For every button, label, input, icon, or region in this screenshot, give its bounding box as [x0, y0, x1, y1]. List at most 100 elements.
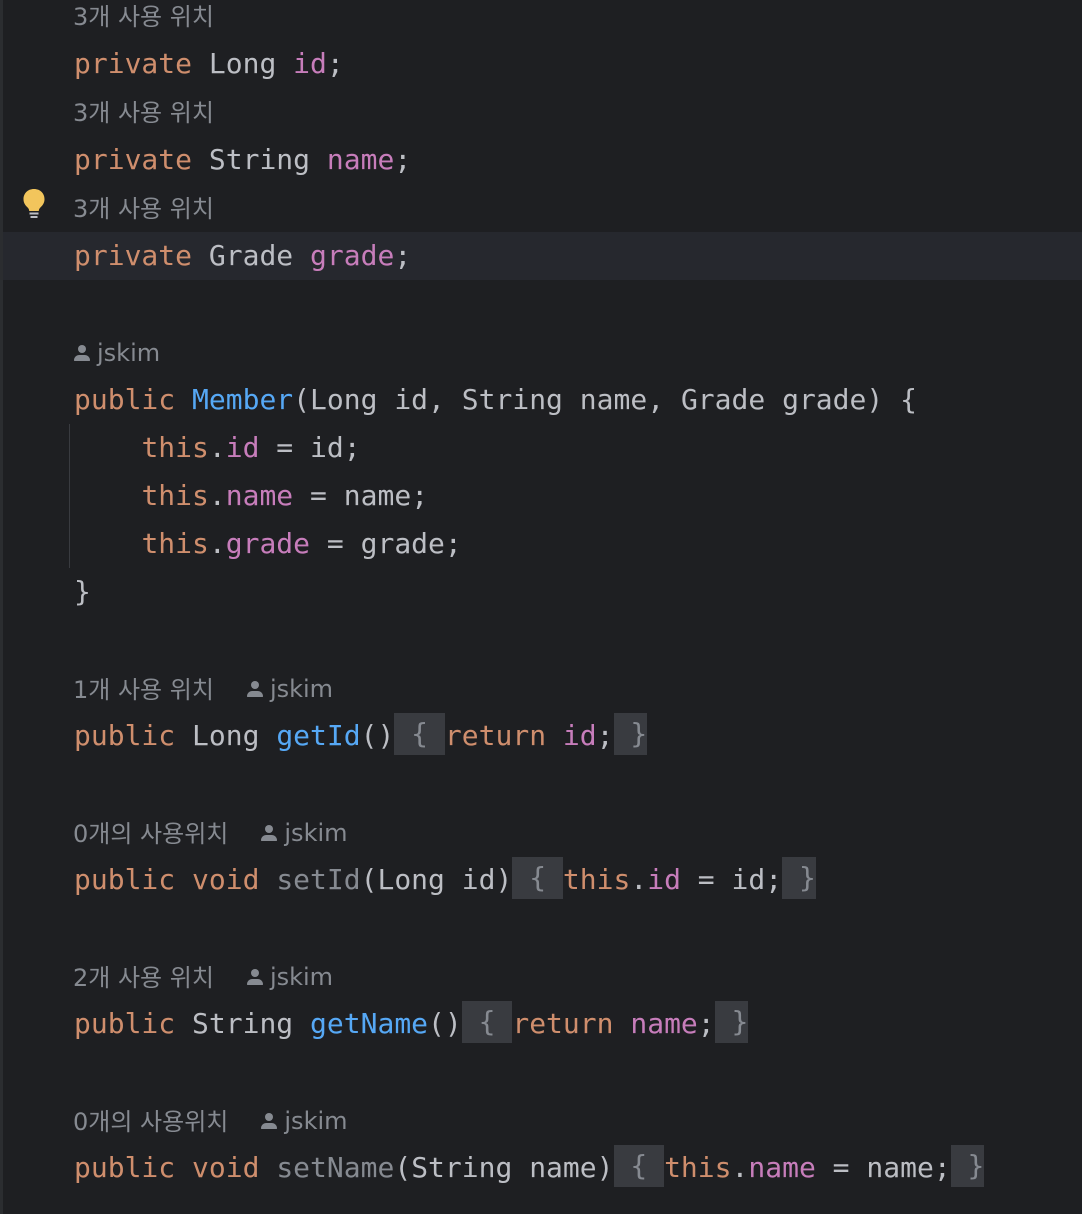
- keyword: public: [74, 719, 176, 752]
- parameter: name: [529, 1151, 597, 1184]
- keyword: this: [141, 431, 209, 464]
- keyword: public: [74, 383, 176, 416]
- field-name: id: [647, 863, 681, 896]
- parameter: grade: [782, 383, 867, 416]
- parameter: id: [310, 431, 344, 464]
- method-name: setName: [276, 1151, 395, 1184]
- person-icon: [260, 824, 278, 842]
- usage-author-hint[interactable]: 0개의 사용위치 jskim: [73, 1101, 348, 1141]
- keyword: public: [74, 1007, 176, 1040]
- usage-count[interactable]: 3개 사용 위치: [73, 195, 214, 223]
- parameter: id: [461, 863, 496, 896]
- indent-guide: [69, 424, 70, 568]
- parameter: name: [579, 383, 648, 416]
- type-name: String: [192, 1007, 294, 1040]
- fold-close-brace[interactable]: }: [950, 1145, 985, 1187]
- code-line[interactable]: public Long getId() { return id; }: [74, 712, 648, 760]
- parameter: name: [343, 479, 412, 512]
- usage-count[interactable]: 3개 사용 위치: [73, 99, 214, 127]
- fold-open-brace[interactable]: {: [461, 1001, 513, 1043]
- usage-author-hint[interactable]: 0개의 사용위치 jskim: [73, 813, 348, 853]
- field-name: name: [326, 143, 395, 176]
- code-line[interactable]: public void setId(Long id) { this.id = i…: [74, 856, 816, 904]
- code-line[interactable]: this.grade = grade;: [74, 520, 461, 568]
- field-name: id: [562, 719, 597, 752]
- type-name: Grade: [680, 383, 766, 416]
- usage-count[interactable]: 3개 사용 위치: [73, 3, 214, 31]
- type-name: String: [461, 383, 563, 416]
- code-line[interactable]: public String getName() { return name; }: [74, 1000, 749, 1048]
- type-name: Long: [310, 383, 378, 416]
- field-name: grade: [310, 239, 395, 272]
- usage-count[interactable]: 0개의 사용위치: [73, 1108, 228, 1136]
- type-name: String: [208, 143, 311, 176]
- parameter: id: [394, 383, 429, 416]
- code-editor[interactable]: 3개 사용 위치 private Long id; 3개 사용 위치 priva…: [0, 0, 1082, 1214]
- keyword: return: [444, 719, 547, 752]
- brace: {: [900, 383, 917, 416]
- brace: }: [74, 575, 91, 608]
- field-name: grade: [225, 527, 311, 560]
- type-name: String: [411, 1151, 513, 1184]
- fold-close-brace[interactable]: }: [613, 713, 648, 755]
- usage-hint[interactable]: 3개 사용 위치: [73, 93, 214, 133]
- parameter: id: [731, 863, 766, 896]
- author-hint[interactable]: jskim: [73, 333, 160, 373]
- keyword: public: [74, 863, 176, 896]
- method-name: setId: [276, 863, 361, 896]
- constructor-name: Member: [192, 383, 294, 416]
- type-name: Long: [208, 47, 277, 80]
- code-line[interactable]: this.id = id;: [74, 424, 360, 472]
- keyword: return: [512, 1007, 614, 1040]
- usage-hint[interactable]: 3개 사용 위치: [73, 0, 214, 37]
- usage-count[interactable]: 0개의 사용위치: [73, 820, 228, 848]
- author-name[interactable]: jskim: [270, 669, 333, 709]
- usage-author-hint[interactable]: 1개 사용 위치 jskim: [73, 669, 333, 709]
- field-name: name: [630, 1007, 698, 1040]
- usage-count[interactable]: 2개 사용 위치: [73, 964, 214, 992]
- keyword: void: [192, 1151, 260, 1184]
- code-line[interactable]: private Long id;: [74, 40, 344, 88]
- code-line[interactable]: private String name;: [74, 136, 411, 184]
- keyword: private: [74, 47, 193, 80]
- fold-open-brace[interactable]: {: [613, 1145, 665, 1187]
- usage-author-hint[interactable]: 2개 사용 위치 jskim: [73, 957, 333, 997]
- keyword: private: [74, 143, 193, 176]
- fold-open-brace[interactable]: {: [394, 713, 445, 755]
- usage-count[interactable]: 1개 사용 위치: [73, 676, 214, 704]
- keyword: this: [664, 1151, 732, 1184]
- person-icon: [246, 680, 264, 698]
- person-icon: [246, 968, 264, 986]
- method-name: getName: [310, 1007, 429, 1040]
- code-line[interactable]: public void setName(String name) { this.…: [74, 1144, 985, 1192]
- code-line[interactable]: }: [74, 568, 91, 616]
- type-name: Grade: [208, 239, 294, 272]
- editor-left-border: [0, 0, 3, 1214]
- lightbulb-icon[interactable]: [22, 188, 46, 220]
- keyword: private: [74, 239, 193, 272]
- field-name: name: [748, 1151, 816, 1184]
- author-name[interactable]: jskim: [284, 813, 347, 853]
- field-name: id: [225, 431, 260, 464]
- code-line[interactable]: private Grade grade;: [74, 232, 411, 280]
- code-line[interactable]: this.name = name;: [74, 472, 428, 520]
- fold-close-brace[interactable]: }: [782, 857, 816, 899]
- method-name: getId: [276, 719, 361, 752]
- keyword: this: [141, 479, 209, 512]
- field-name: name: [225, 479, 294, 512]
- keyword: this: [562, 863, 631, 896]
- author-name[interactable]: jskim: [270, 957, 333, 997]
- keyword: public: [74, 1151, 176, 1184]
- person-icon: [73, 344, 91, 362]
- usage-hint[interactable]: 3개 사용 위치: [73, 189, 214, 229]
- author-name[interactable]: jskim: [284, 1101, 347, 1141]
- parameter: grade: [360, 527, 445, 560]
- keyword: void: [192, 863, 260, 896]
- author-name[interactable]: jskim: [97, 333, 160, 373]
- person-icon: [260, 1112, 278, 1130]
- fold-open-brace[interactable]: {: [512, 857, 563, 899]
- parameter: name: [866, 1151, 934, 1184]
- code-line[interactable]: public Member(Long id, String name, Grad…: [74, 376, 917, 424]
- type-name: Long: [377, 863, 445, 896]
- fold-close-brace[interactable]: }: [714, 1001, 749, 1043]
